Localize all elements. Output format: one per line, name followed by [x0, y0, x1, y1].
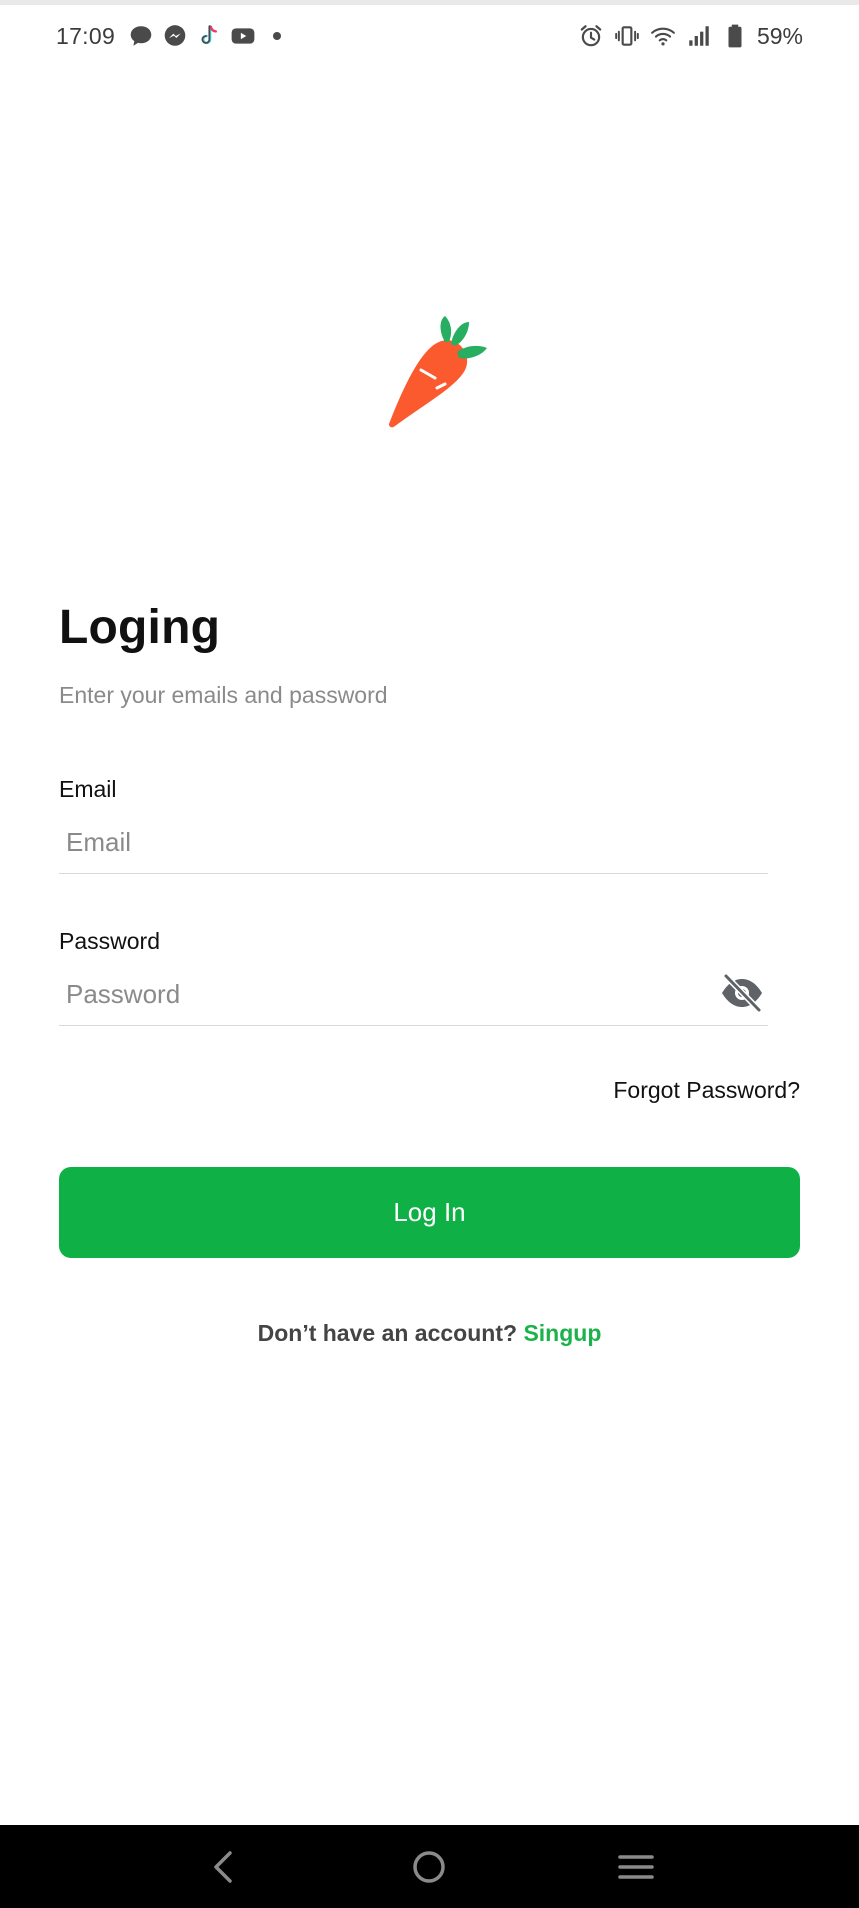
signup-prompt: Don’t have an account?	[257, 1320, 518, 1346]
password-label: Password	[59, 928, 160, 954]
messenger-icon	[161, 22, 189, 50]
wifi-icon	[649, 22, 677, 50]
youtube-icon	[229, 22, 257, 50]
navigation-bar	[0, 1825, 859, 1908]
carrot-icon	[389, 316, 487, 428]
status-bar-left: 17:09	[56, 22, 282, 50]
home-icon	[413, 1850, 446, 1883]
page-title: Loging	[59, 601, 221, 654]
battery-percentage: 59%	[756, 22, 803, 49]
back-icon	[214, 1850, 232, 1883]
vibrate-icon	[613, 22, 641, 50]
battery-icon	[721, 22, 749, 50]
signup-row: Don’t have an account? Singup	[0, 1320, 859, 1347]
login-screen: 17:09 59% Loging Enter your emails and p…	[0, 0, 859, 1908]
email-field-container	[59, 814, 768, 874]
signup-link[interactable]: Singup	[523, 1320, 601, 1346]
chat-icon	[127, 22, 155, 50]
password-field-container	[59, 966, 768, 1026]
notification-dot-icon	[273, 32, 282, 40]
eye-off-icon	[722, 973, 762, 1013]
toggle-password-visibility-button[interactable]	[718, 972, 766, 1014]
tiktok-icon	[195, 22, 223, 50]
recents-icon	[618, 1854, 654, 1879]
status-time: 17:09	[56, 22, 116, 49]
home-button[interactable]	[399, 1837, 459, 1897]
alarm-icon	[577, 22, 605, 50]
status-bar: 17:09 59%	[0, 5, 859, 67]
back-button[interactable]	[193, 1837, 253, 1897]
email-field[interactable]	[59, 814, 768, 870]
signal-icon	[685, 22, 713, 50]
email-label: Email	[59, 776, 117, 802]
page-subtitle: Enter your emails and password	[59, 682, 388, 708]
status-bar-right: 59%	[569, 22, 803, 50]
forgot-password-link[interactable]: Forgot Password?	[613, 1077, 800, 1104]
login-button[interactable]: Log In	[59, 1167, 800, 1258]
password-field[interactable]	[59, 966, 768, 1022]
recents-button[interactable]	[606, 1837, 666, 1897]
